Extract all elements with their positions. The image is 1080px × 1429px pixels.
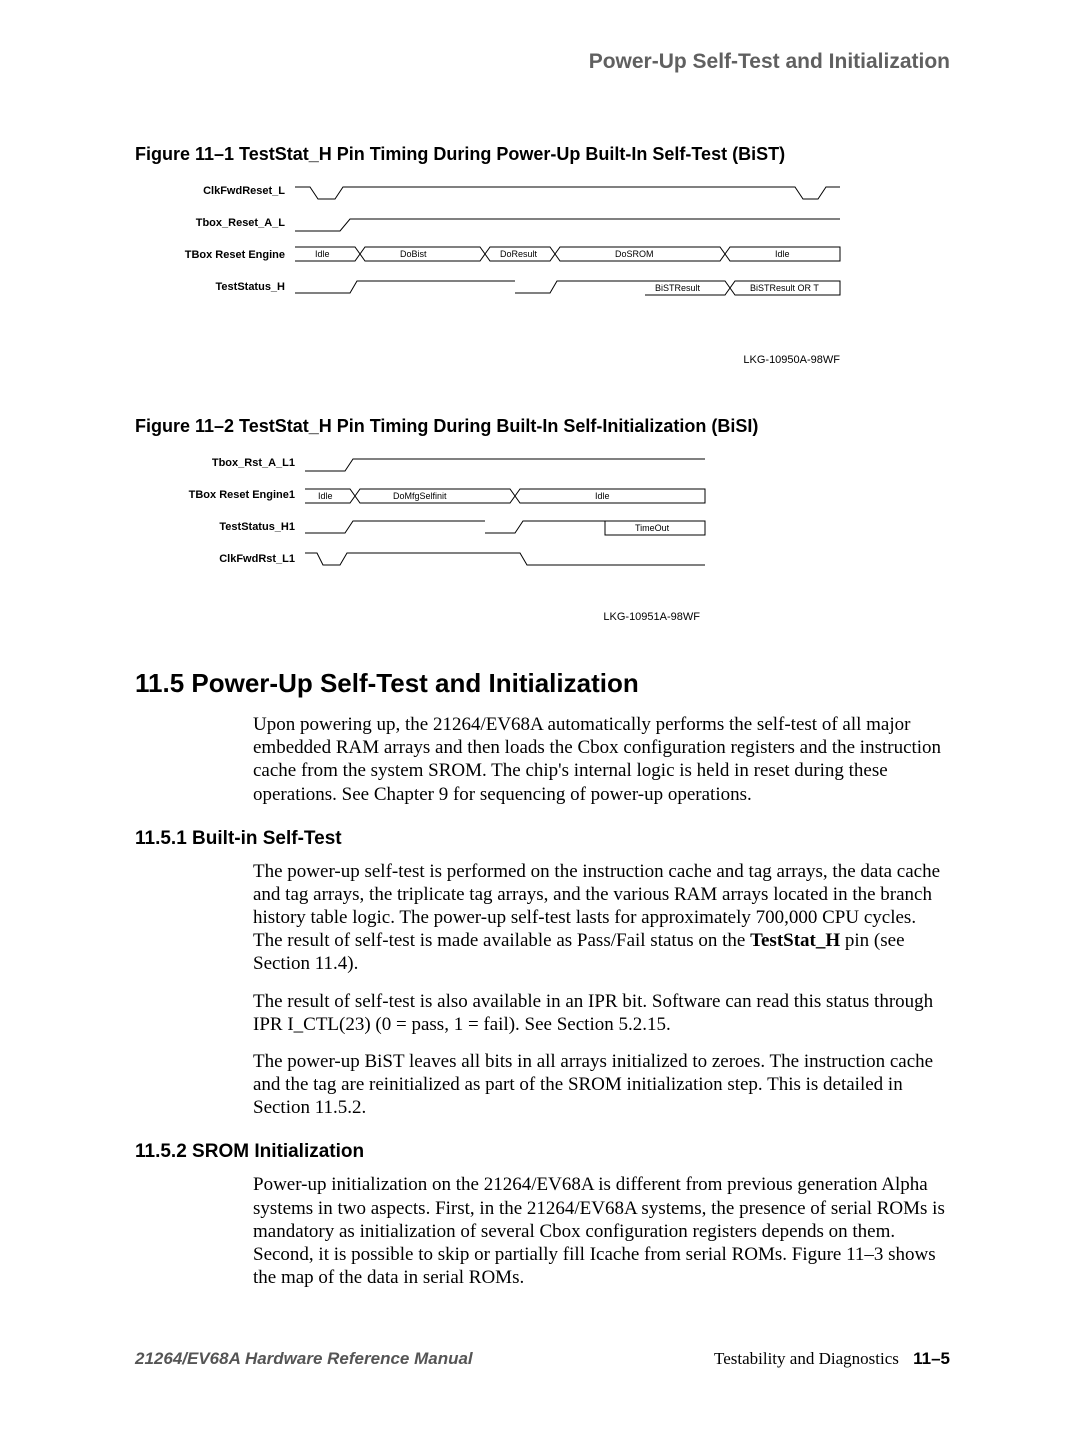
figure-11-2-code: LKG-10951A-98WF <box>165 611 700 623</box>
fig2-label-tbox-reset-engine1: TBox Reset Engine1 <box>165 489 295 501</box>
running-head: Power-Up Self-Test and Initialization <box>135 50 950 74</box>
page-footer: 21264/EV68A Hardware Reference Manual Te… <box>135 1349 950 1369</box>
footer-page-number: 11–5 <box>913 1349 950 1368</box>
heading-11-5-1: 11.5.1 Built-in Self-Test <box>135 828 950 850</box>
figure-11-2-diagram: Tbox_Rst_A_L1 TBox Reset Engine1 TestSta… <box>165 457 700 597</box>
fig2-label-clkfwdrst-l1: ClkFwdRst_L1 <box>165 553 295 565</box>
figure-11-2-caption: Figure 11–2 TestStat_H Pin Timing During… <box>135 416 950 437</box>
sub1-p2: The result of self-test is also availabl… <box>253 990 950 1036</box>
fig1-label-teststatus: TestStatus_H <box>165 281 285 293</box>
figure-11-1-diagram: ClkFwdReset_L Tbox_Reset_A_L TBox Reset … <box>165 185 840 340</box>
sub1-p1: The power-up self-test is performed on t… <box>253 860 950 976</box>
fig2-state-idle2: Idle <box>595 491 610 501</box>
fig1-label-clkfwdreset: ClkFwdReset_L <box>165 185 285 197</box>
fig2-label-teststatus-h1: TestStatus_H1 <box>165 521 295 533</box>
footer-manual-title: 21264/EV68A Hardware Reference Manual <box>135 1349 473 1369</box>
heading-11-5-2: 11.5.2 SROM Initialization <box>135 1141 950 1163</box>
fig2-state-idle: Idle <box>318 491 333 501</box>
figure-11-1-caption: Figure 11–1 TestStat_H Pin Timing During… <box>135 144 950 165</box>
fig1-state-dobist: DoBist <box>400 249 427 259</box>
fig1-state-bistresult: BiSTResult <box>655 283 700 293</box>
footer-section-name: Testability and Diagnostics <box>714 1349 899 1368</box>
footer-right: Testability and Diagnostics 11–5 <box>714 1349 950 1369</box>
fig1-state-dosrom: DoSROM <box>615 249 654 259</box>
sub1-p3: The power-up BiST leaves all bits in all… <box>253 1050 950 1120</box>
fig2-state-domfg: DoMfgSelfinit <box>393 491 447 501</box>
fig2-label-tbox-rst: Tbox_Rst_A_L1 <box>165 457 295 469</box>
fig1-state-doresult: DoResult <box>500 249 537 259</box>
fig1-state-idle2: Idle <box>775 249 790 259</box>
sub2-p1: Power-up initialization on the 21264/EV6… <box>253 1173 950 1289</box>
fig1-state-idle: Idle <box>315 249 330 259</box>
heading-11-5: 11.5 Power-Up Self-Test and Initializati… <box>135 668 950 699</box>
section-11-5-intro: Upon powering up, the 21264/EV68A automa… <box>253 713 950 806</box>
fig1-state-bistresult-or-t: BiSTResult OR T <box>750 283 819 293</box>
fig1-label-tbox-reset-engine: TBox Reset Engine <box>165 249 285 261</box>
figure-11-1-code: LKG-10950A-98WF <box>165 354 840 366</box>
fig2-state-timeout: TimeOut <box>635 523 669 533</box>
fig1-label-tbox-reset-a: Tbox_Reset_A_L <box>165 217 285 229</box>
teststat-h-bold: TestStat_H <box>750 930 840 951</box>
